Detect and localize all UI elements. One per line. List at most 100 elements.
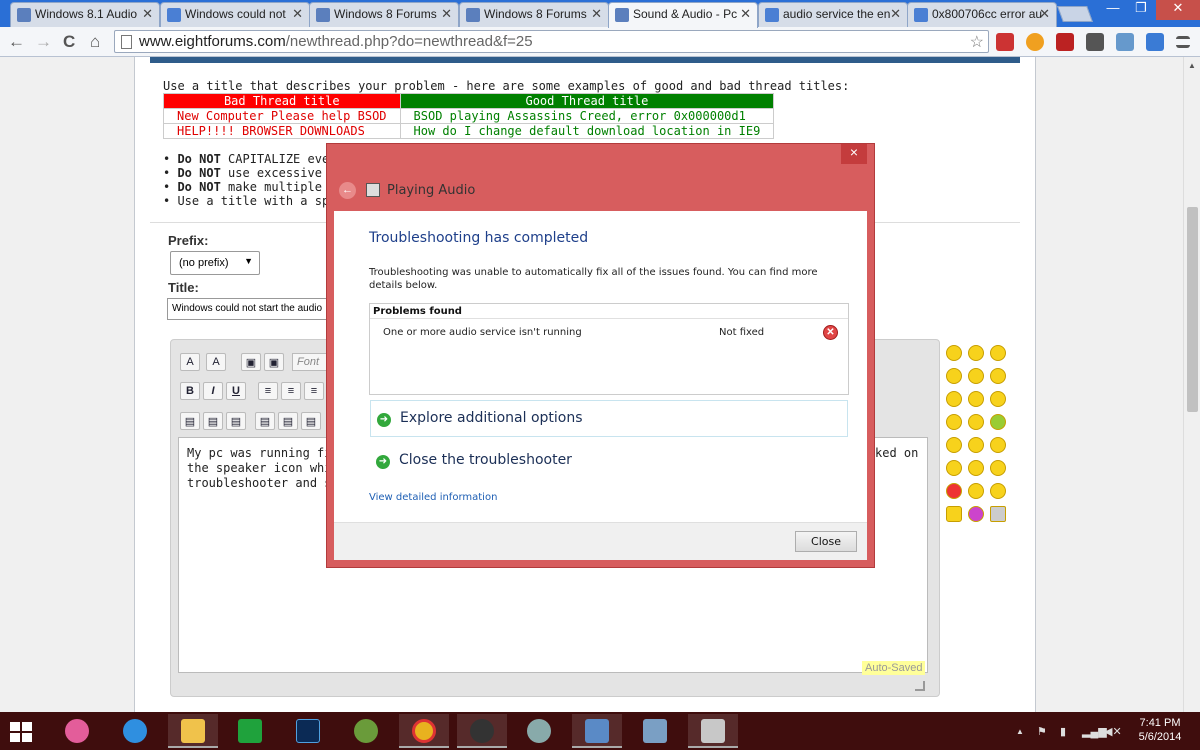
browser-tab[interactable]: Windows 8 Forums ✕ [459,2,609,27]
explore-options-button[interactable]: ➜ Explore additional options [370,400,848,437]
browser-tab[interactable]: Windows 8.1 Audio ✕ [10,2,160,27]
tab-close-icon[interactable]: ✕ [441,6,452,22]
back-icon[interactable]: ← [8,32,25,52]
smiley-icon[interactable] [946,414,962,430]
font-color-icon[interactable]: A [180,353,200,371]
paste-icon[interactable]: ▣ [241,353,261,371]
view-details-link[interactable]: View detailed information [369,492,497,503]
text-highlight-icon[interactable]: A [206,353,226,371]
tab-close-icon[interactable]: ✕ [1039,6,1050,22]
prefix-select[interactable]: (no prefix) ▼ [170,251,260,275]
start-button[interactable] [10,722,32,742]
smiley-icon[interactable] [968,460,984,476]
taskbar-settings[interactable] [514,714,564,748]
align-left-icon[interactable]: ≡ [258,382,278,400]
minimize-button[interactable]: — [1100,0,1126,20]
tab-close-icon[interactable]: ✕ [890,6,901,22]
smiley-icon[interactable] [968,391,984,407]
smiley-icon[interactable] [968,414,984,430]
resize-grip-icon[interactable] [915,681,925,691]
table-row-icon[interactable]: ▤ [203,412,223,430]
reload-icon[interactable]: C [63,32,75,52]
smiley-icon[interactable] [990,437,1006,453]
table-icon[interactable]: ▤ [180,412,200,430]
extension-icon[interactable] [996,33,1014,51]
smiley-icon[interactable] [990,506,1006,522]
taskbar-osu[interactable] [52,714,102,748]
taskbar-ie[interactable] [110,714,160,748]
forward-icon[interactable]: → [35,32,52,52]
close-button[interactable]: Close [795,531,857,552]
home-icon[interactable]: ⌂ [90,32,100,52]
browser-tab[interactable]: Windows 8 Forums ✕ [309,2,459,27]
dialog-back-icon[interactable]: ← [339,182,356,199]
underline-icon[interactable]: U [226,382,246,400]
smiley-icon[interactable] [990,483,1006,499]
smiley-icon[interactable] [946,368,962,384]
smiley-icon[interactable] [990,368,1006,384]
star-icon[interactable]: ☆ [970,32,984,52]
dialog-close-button[interactable]: × [841,144,867,164]
network-icon[interactable]: ▂▄▆ [1082,725,1107,738]
taskbar-clock[interactable]: 7:41 PM 5/6/2014 [1128,716,1192,744]
taskbar-app[interactable] [341,714,391,748]
smiley-icon[interactable] [946,506,962,522]
italic-icon[interactable]: I [203,382,223,400]
smiley-icon[interactable] [990,414,1006,430]
insert-row-icon[interactable]: ▤ [255,412,275,430]
close-troubleshooter-button[interactable]: ➜ Close the troubleshooter [370,443,848,480]
maximize-button[interactable]: ❐ [1128,0,1154,20]
window-close-button[interactable]: ✕ [1156,0,1200,20]
align-right-icon[interactable]: ≡ [304,382,324,400]
smiley-icon[interactable] [968,437,984,453]
show-hidden-icons[interactable]: ▲ [1016,727,1024,736]
taskbar-explorer[interactable] [168,714,218,748]
smiley-icon[interactable] [968,483,984,499]
tab-close-icon[interactable]: ✕ [591,6,602,22]
smiley-icon[interactable] [946,437,962,453]
delete-row-icon[interactable]: ▤ [301,412,321,430]
power-icon[interactable]: ▮ [1060,725,1066,738]
smiley-icon[interactable] [968,368,984,384]
extension-icon[interactable] [1056,33,1074,51]
menu-icon[interactable] [1176,36,1190,48]
extension-icon[interactable] [1026,33,1044,51]
extension-icon[interactable] [1086,33,1104,51]
smiley-icon[interactable] [968,345,984,361]
align-center-icon[interactable]: ≡ [281,382,301,400]
table-column-icon[interactable]: ▤ [226,412,246,430]
scroll-up-icon[interactable]: ▲ [1188,61,1196,70]
insert-column-icon[interactable]: ▤ [278,412,298,430]
smiley-icon[interactable] [990,391,1006,407]
browser-tab[interactable]: Windows could not ✕ [160,2,310,27]
address-bar[interactable]: www.eightforums.com/newthread.php?do=new… [114,30,989,53]
smiley-icon[interactable] [990,460,1006,476]
paste-text-icon[interactable]: ▣ [264,353,284,371]
taskbar-photoshop[interactable] [283,714,333,748]
browser-tab[interactable]: audio service the en ✕ [758,2,908,27]
bold-icon[interactable]: B [180,382,200,400]
problem-name[interactable]: One or more audio service isn't running [383,327,582,338]
taskbar-troubleshooter[interactable] [688,714,738,748]
browser-tab-active[interactable]: Sound & Audio - Pc ✕ [608,2,758,28]
new-tab-button[interactable] [1057,6,1093,22]
page-scrollbar[interactable]: ▲ [1183,57,1200,712]
taskbar-app[interactable] [630,714,680,748]
flag-icon[interactable]: ⚑ [1037,725,1047,738]
smiley-icon[interactable] [990,345,1006,361]
extension-icon[interactable] [1146,33,1164,51]
taskbar-app[interactable] [457,714,507,748]
volume-muted-icon[interactable]: ◀✕ [1104,725,1122,738]
scrollbar-thumb[interactable] [1187,207,1198,412]
smiley-icon[interactable] [946,391,962,407]
extension-icon[interactable] [1116,33,1134,51]
taskbar-control-panel[interactable] [572,714,622,748]
smiley-icon[interactable] [968,506,984,522]
taskbar-chrome[interactable] [399,714,449,748]
smiley-icon[interactable] [946,460,962,476]
taskbar-store[interactable] [225,714,275,748]
tab-close-icon[interactable]: ✕ [142,6,153,22]
browser-tab[interactable]: 0x800706cc error au ✕ [907,2,1057,27]
smiley-icon[interactable] [946,483,962,499]
smiley-icon[interactable] [946,345,962,361]
